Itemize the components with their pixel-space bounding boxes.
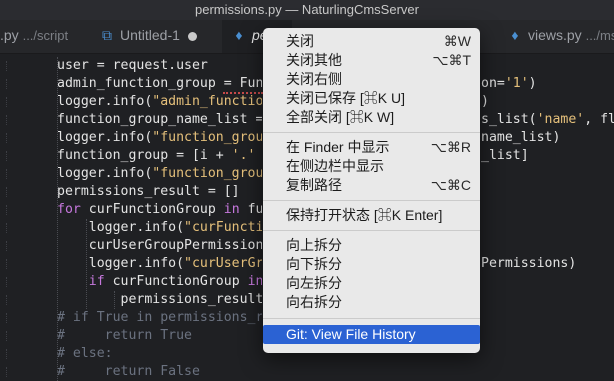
error-squiggle xyxy=(223,90,263,94)
tab-label: .py xyxy=(0,27,19,43)
tab-label: Untitled-1 xyxy=(120,27,180,43)
menu-separator xyxy=(263,200,480,201)
code-line[interactable]: # if True in permissions_resu xyxy=(57,309,262,327)
menu-item-close-right[interactable]: 关闭右侧 xyxy=(263,70,480,89)
code-line-fragment[interactable]: on='1') xyxy=(481,75,614,93)
code-line-fragment[interactable]: s_list('name', flat=True xyxy=(481,111,614,129)
code-line[interactable]: # return True xyxy=(57,327,262,345)
tab-script-py[interactable]: .py .../script xyxy=(0,20,68,53)
menu-item-split-up[interactable]: 向上拆分 xyxy=(263,236,480,255)
tab-label: views.py xyxy=(528,27,582,43)
tab-path: .../script xyxy=(22,28,69,43)
code-line[interactable]: curUserGroupPermissions = xyxy=(57,237,262,255)
indent-guide xyxy=(114,291,115,309)
menu-item-close[interactable]: 关闭 ⌘W xyxy=(263,32,480,51)
gutter-dots xyxy=(6,295,7,305)
tab-context-menu: 关闭 ⌘W 关闭其他 ⌥⌘T 关闭右侧 关闭已保存 [⌘K U] 全部关闭 [⌘… xyxy=(263,28,480,353)
menu-item-split-left[interactable]: 向左拆分 xyxy=(263,274,480,293)
code-line[interactable]: if curFunctionGroup in cu xyxy=(57,273,262,291)
python-icon: ♦ xyxy=(511,27,519,43)
window-title: permissions.py — NaturlingCmsServer xyxy=(195,2,419,17)
code-line[interactable]: logger.info("function_group_n xyxy=(57,129,262,147)
code-line[interactable]: for curFunctionGroup in funct xyxy=(57,201,262,219)
code-line[interactable]: logger.info("admin_function_g xyxy=(57,93,262,111)
indent-guide xyxy=(57,57,58,381)
code-line[interactable]: user = request.user xyxy=(57,57,262,75)
gutter-dots xyxy=(6,61,7,71)
menu-item-split-down[interactable]: 向下拆分 xyxy=(263,255,480,274)
unsaved-dot-icon[interactable] xyxy=(187,31,197,41)
gutter-dots xyxy=(6,205,7,215)
gutter-dots xyxy=(6,331,7,341)
window-title-bar: permissions.py — NaturlingCmsServer xyxy=(0,0,614,20)
gutter-dots xyxy=(6,367,7,377)
code-line-fragment[interactable]: name_list) xyxy=(481,129,614,147)
gutter-dots xyxy=(6,97,7,107)
tab-untitled-1[interactable]: ⧉ Untitled-1 xyxy=(100,20,197,53)
gutter-dots xyxy=(6,187,7,197)
gutter-dots xyxy=(6,151,7,161)
python-icon: ♦ xyxy=(235,27,243,43)
menu-item-git-view-file-history[interactable]: Git: View File History xyxy=(263,325,480,344)
code-line-fragment[interactable]: ) xyxy=(481,93,614,111)
menu-item-split-right[interactable]: 向右拆分 xyxy=(263,293,480,312)
menu-item-keep-open[interactable]: 保持打开状态 [⌘K Enter] xyxy=(263,206,480,225)
code-line[interactable]: logger.info("curFunctionG xyxy=(57,219,262,237)
menu-separator xyxy=(263,230,480,231)
tab-views-py[interactable]: ♦ views.py .../ms xyxy=(508,20,614,53)
menu-item-reveal-in-finder[interactable]: 在 Finder 中显示 ⌥⌘R xyxy=(263,138,480,157)
file-icon: ⧉ xyxy=(102,27,112,43)
code-line-fragment[interactable]: _list] xyxy=(481,147,614,165)
menu-item-reveal-in-sidebar[interactable]: 在侧边栏中显示 xyxy=(263,157,480,176)
gutter-dots xyxy=(6,259,7,269)
gutter-dots xyxy=(6,169,7,179)
tab-path: .../ms xyxy=(585,28,614,43)
gutter-dots xyxy=(6,223,7,233)
menu-item-close-others[interactable]: 关闭其他 ⌥⌘T xyxy=(263,51,480,70)
gutter-dots xyxy=(6,313,7,323)
gutter-dots xyxy=(6,115,7,125)
indent-guide xyxy=(86,219,87,309)
menu-separator xyxy=(263,318,480,319)
menu-item-copy-path[interactable]: 复制路径 ⌥⌘C xyxy=(263,176,480,195)
code-line[interactable]: function_group_name_list = li xyxy=(57,111,262,129)
code-line[interactable]: function_group = [i + '.' + i xyxy=(57,147,262,165)
code-line[interactable]: # return False xyxy=(57,363,262,381)
gutter-dots xyxy=(6,277,7,287)
menu-item-close-saved[interactable]: 关闭已保存 [⌘K U] xyxy=(263,89,480,108)
code-line[interactable]: permissions_result = [] xyxy=(57,183,262,201)
code-line[interactable]: logger.info("function_group=% xyxy=(57,165,262,183)
code-line[interactable]: permissions_result.ap xyxy=(57,291,262,309)
code-line[interactable]: logger.info("curUserGroup xyxy=(57,255,262,273)
menu-separator xyxy=(263,132,480,133)
code-line-fragment[interactable]: Permissions) xyxy=(481,255,614,273)
code-line[interactable]: # else: xyxy=(57,345,262,363)
gutter-dots xyxy=(6,241,7,251)
menu-item-close-all[interactable]: 全部关闭 [⌘K W] xyxy=(263,108,480,127)
gutter-dots xyxy=(6,133,7,143)
gutter-dots xyxy=(6,79,7,89)
gutter-dots xyxy=(6,349,7,359)
